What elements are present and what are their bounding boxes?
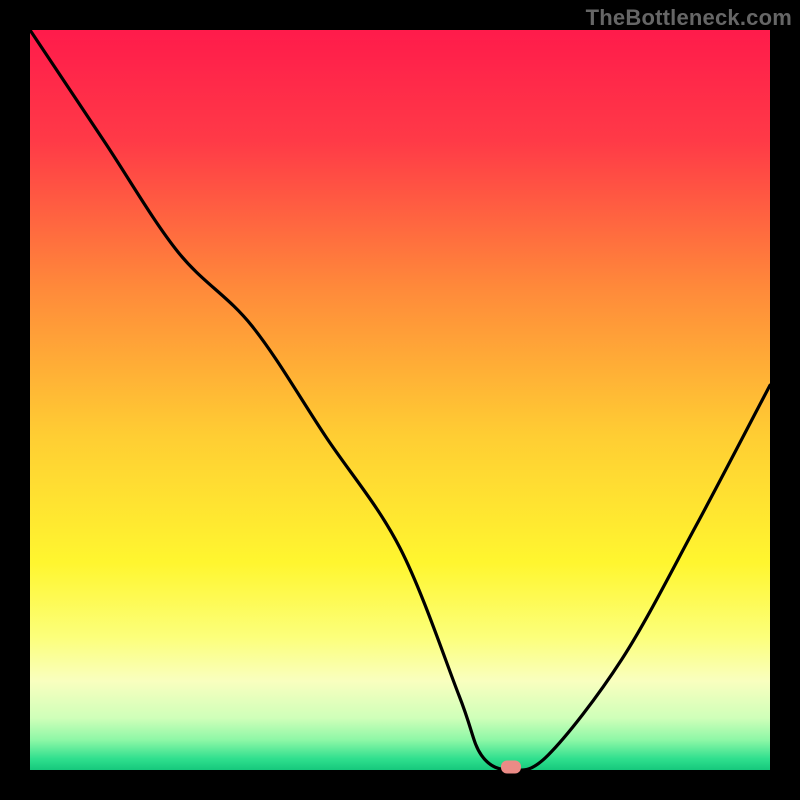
chart-frame: TheBottleneck.com [0, 0, 800, 800]
plot-area [30, 30, 770, 770]
optimal-marker [501, 761, 521, 774]
bottleneck-curve [30, 30, 770, 770]
watermark-text: TheBottleneck.com [586, 5, 792, 31]
